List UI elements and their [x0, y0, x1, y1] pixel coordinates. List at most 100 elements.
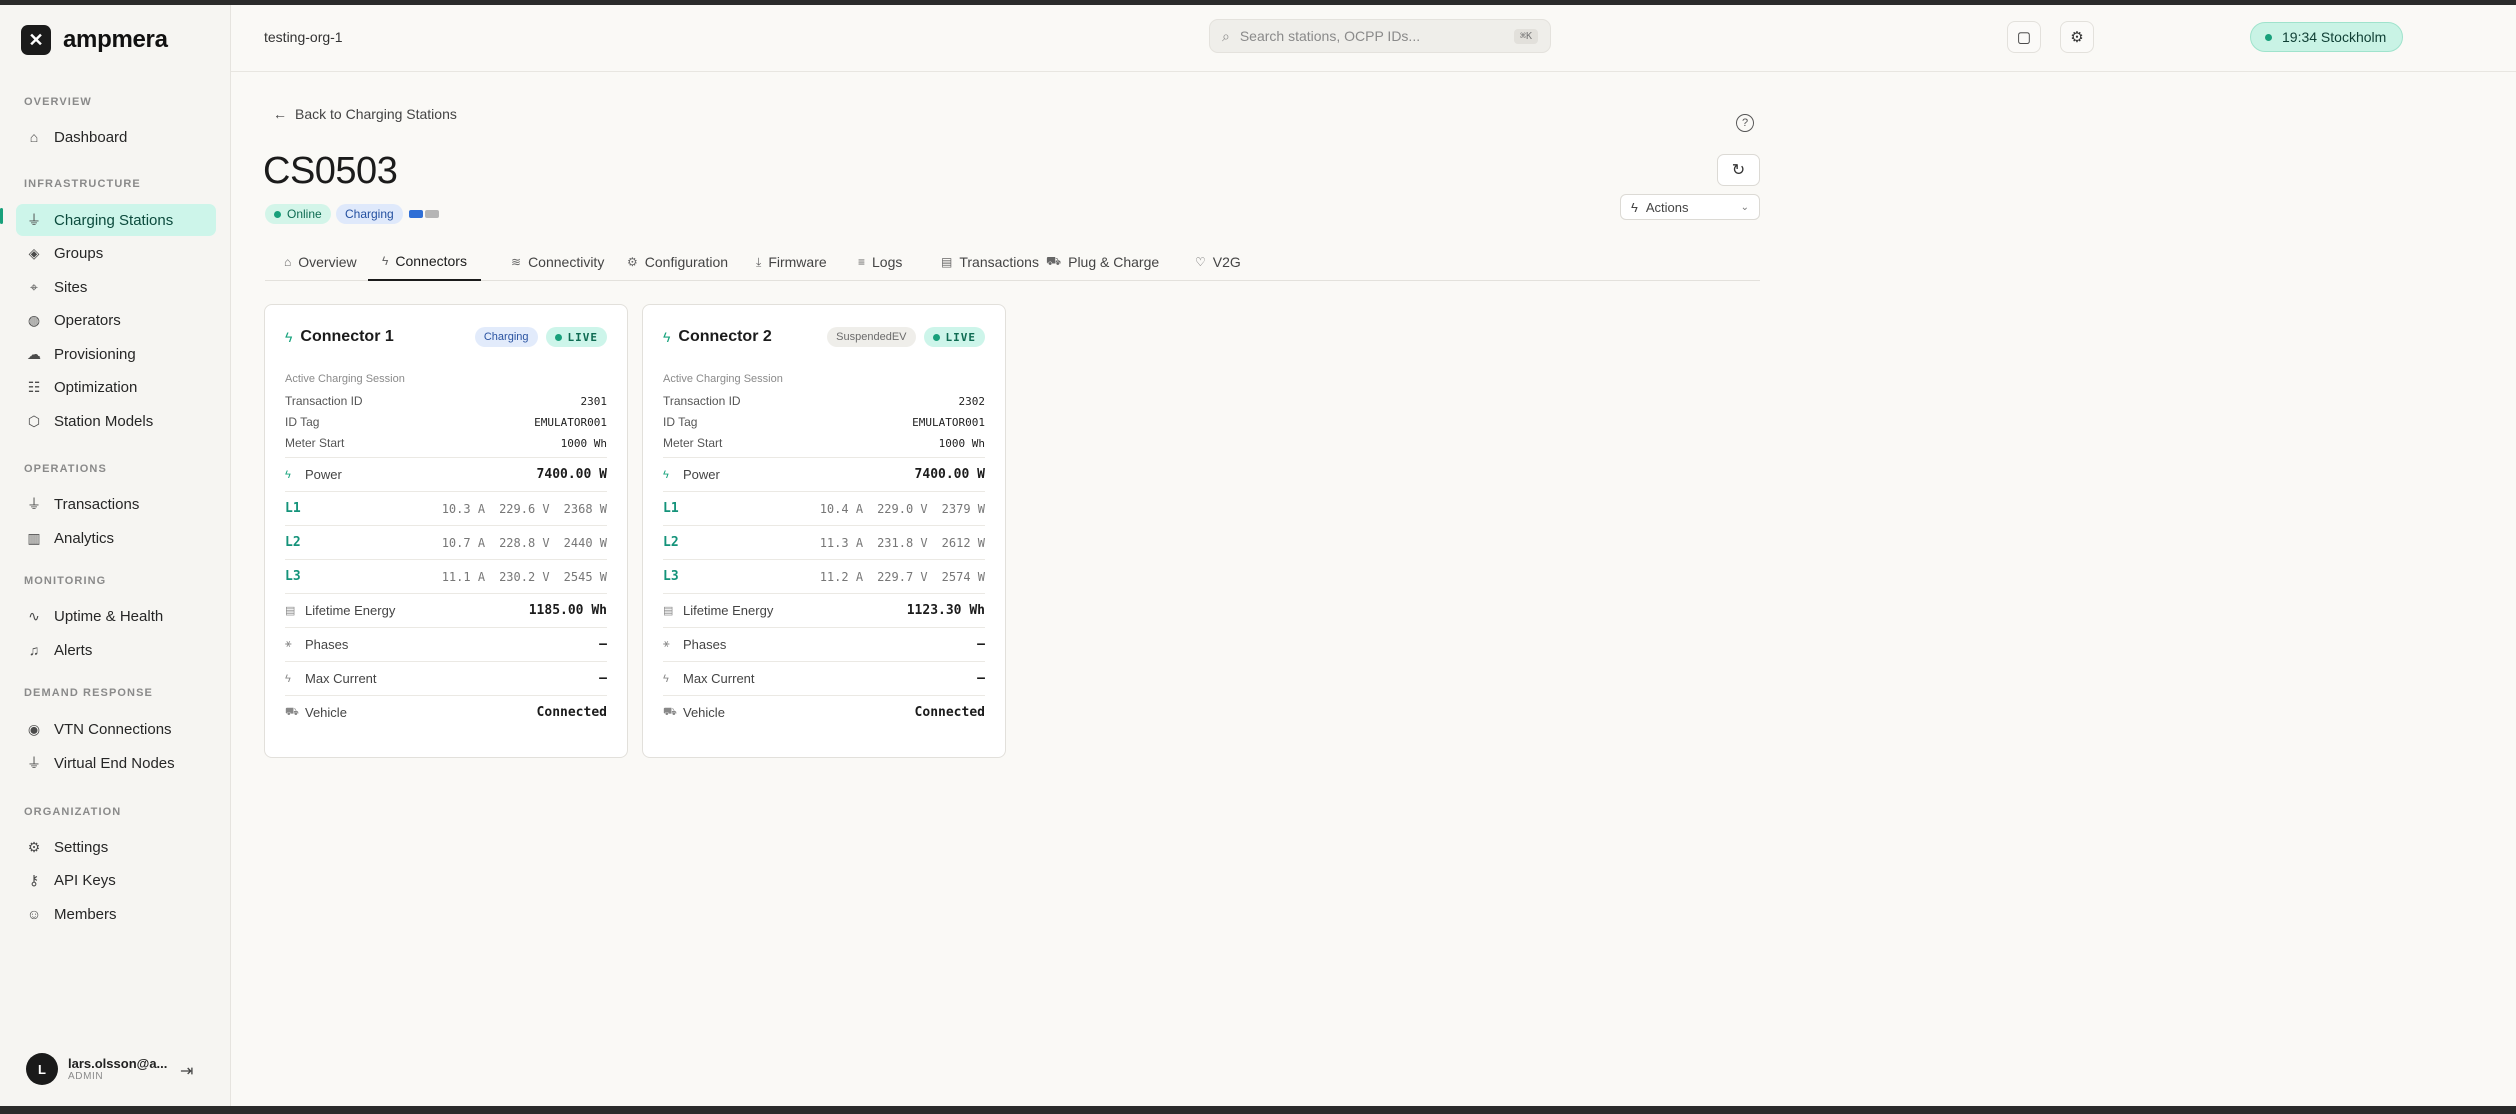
- sidebar-item-provisioning[interactable]: ☁ Provisioning: [16, 338, 216, 370]
- tab-label: V2G: [1212, 254, 1241, 270]
- sidebar-item-label: Alerts: [54, 641, 93, 659]
- sidebar-item-label: Members: [54, 905, 117, 923]
- chat-icon: ▢: [2016, 29, 2032, 46]
- id-tag-label: ID Tag: [285, 415, 320, 429]
- phase-current: 10.7 A: [441, 535, 486, 550]
- live-badge: LIVE: [923, 327, 985, 347]
- tab-connectors[interactable]: ϟ Connectors: [368, 243, 481, 281]
- help-icon[interactable]: ?: [1736, 114, 1754, 132]
- car-icon: ⛟: [285, 705, 299, 718]
- sidebar-item-alerts[interactable]: ♫ Alerts: [16, 634, 216, 666]
- tab-label: Connectors: [395, 253, 467, 269]
- tab-configuration[interactable]: ⚙ Configuration: [613, 243, 742, 281]
- sidebar-item-api-keys[interactable]: ⚷ API Keys: [16, 865, 216, 897]
- power-row: ϟ Power 7400.00 W: [285, 457, 607, 491]
- tab-logs[interactable]: ≡ Logs: [844, 243, 916, 281]
- live-text: LIVE: [567, 330, 598, 344]
- connector-status-badge: SuspendedEV: [827, 327, 916, 347]
- chat-button[interactable]: ▢: [2007, 21, 2041, 53]
- shield-icon: ♡: [1195, 255, 1206, 269]
- id-tag-value: EMULATOR001: [534, 415, 607, 429]
- sidebar-item-charging-stations[interactable]: ⏚ Charging Stations: [16, 204, 216, 236]
- phase-name: L3: [285, 569, 301, 584]
- tab-overview[interactable]: ⌂ Overview: [270, 243, 371, 281]
- sidebar-item-vtn-connections[interactable]: ◉ VTN Connections: [16, 713, 216, 745]
- session-label: Active Charging Session: [285, 373, 405, 385]
- search-shortcut: ⌘K: [1513, 28, 1538, 44]
- sidebar-item-station-models[interactable]: ⬡ Station Models: [16, 405, 216, 437]
- connector-card: ϟ Connector 1 Charging LIVE Active Charging …: [264, 304, 628, 758]
- connector-title: Connector 2: [678, 328, 772, 345]
- tab-plug-charge[interactable]: ⛟ Plug & Charge: [1032, 243, 1173, 281]
- terminal-strip: [0, 1106, 2516, 1114]
- org-name[interactable]: testing-org-1: [264, 29, 343, 45]
- sidebar-item-dashboard[interactable]: ⌂ Dashboard: [16, 121, 216, 153]
- meter-start-row: Meter Start 1000 Wh: [663, 433, 985, 453]
- bolt-icon: ϟ: [382, 254, 389, 268]
- sidebar-item-label: Groups: [54, 245, 104, 262]
- vehicle-label: Vehicle: [683, 705, 725, 720]
- settings-button[interactable]: ⚙: [2060, 21, 2094, 53]
- search-icon: ⌕: [1222, 27, 1230, 44]
- phase-voltage: 229.0 V: [877, 501, 928, 516]
- sidebar-item-analytics[interactable]: ▥ Analytics: [16, 522, 216, 554]
- transaction-id-label: Transaction ID: [285, 394, 363, 408]
- logo[interactable]: ✕ ampmera: [21, 25, 168, 55]
- phase-values: 10.7 A 228.8 V 2440 W: [442, 536, 607, 550]
- phase-values: 10.4 A 229.0 V 2379 W: [820, 502, 985, 516]
- key-icon: ⚷: [28, 872, 40, 888]
- sidebar-item-label: API Keys: [54, 872, 116, 889]
- tab-firmware[interactable]: ⤓ Firmware: [742, 243, 841, 281]
- tab-v2g[interactable]: ♡ V2G: [1181, 243, 1255, 281]
- phases-value: —: [599, 637, 607, 652]
- tab-connectivity[interactable]: ≋ Connectivity: [497, 243, 618, 281]
- sidebar-item-label: Charging Stations: [54, 211, 174, 229]
- lifetime-energy-label: Lifetime Energy: [305, 603, 396, 618]
- user-role: ADMIN: [68, 1071, 104, 1082]
- sidebar-item-sites[interactable]: ⌖ Sites: [16, 271, 216, 303]
- user-profile[interactable]: L lars.olsson@a... ADMIN: [26, 1053, 167, 1085]
- back-link[interactable]: ← Back to Charging Stations: [273, 106, 457, 122]
- sidebar-item-operators[interactable]: ◍ Operators: [16, 305, 216, 337]
- tab-label: Firmware: [768, 254, 827, 270]
- sidebar-item-virtual-end-nodes[interactable]: ⏚ Virtual End Nodes: [16, 747, 216, 779]
- max-current-value: —: [977, 671, 985, 686]
- bolt-icon: ϟ: [285, 329, 293, 345]
- id-tag-row: ID Tag EMULATOR001: [285, 412, 607, 432]
- home-icon: ⌂: [284, 255, 292, 269]
- clock-text: 19:34 Stockholm: [2282, 29, 2387, 45]
- phase-power: 2368 W: [563, 501, 607, 516]
- layers-icon: ◈: [28, 245, 40, 261]
- max-current-label: Max Current: [305, 671, 377, 686]
- actions-dropdown[interactable]: ϟ Actions ⌄: [1620, 194, 1760, 220]
- sidebar-item-transactions[interactable]: ⏚ Transactions: [16, 488, 216, 520]
- phase-row: L3 11.1 A 230.2 V 2545 W: [285, 559, 607, 593]
- radio-icon: ◉: [27, 720, 41, 737]
- phase-voltage: 231.8 V: [877, 535, 928, 550]
- refresh-button[interactable]: ↻: [1717, 154, 1760, 186]
- connector-card: ϟ Connector 2 SuspendedEV LIVE Active Chargi…: [642, 304, 1006, 758]
- logo-icon: ✕: [21, 25, 51, 55]
- transaction-id-label: Transaction ID: [663, 394, 741, 408]
- phases-row: ⚹ Phases —: [285, 627, 607, 661]
- sidebar-item-label: Operators: [54, 312, 121, 329]
- phase-name: L2: [285, 535, 301, 550]
- sidebar-item-uptime-health[interactable]: ∿ Uptime & Health: [16, 600, 216, 632]
- sidebar-item-label: Virtual End Nodes: [54, 754, 175, 772]
- transaction-id-value: 2302: [958, 394, 986, 408]
- phase-power: 2574 W: [941, 569, 985, 584]
- tab-bar: ⌂ Overview ϟ Connectors ≋ Connectivity ⚙ Config…: [265, 243, 1760, 281]
- network-icon: ⚹: [285, 638, 292, 650]
- sidebar-item-members[interactable]: ☺ Members: [16, 898, 216, 930]
- phase-voltage: 228.8 V: [499, 535, 550, 550]
- sidebar-item-groups[interactable]: ◈ Groups: [16, 238, 216, 270]
- lifetime-energy-label: Lifetime Energy: [683, 603, 774, 618]
- gear-icon: ⚙: [627, 255, 638, 269]
- sidebar-item-optimization[interactable]: ☷ Optimization: [16, 372, 216, 404]
- sidebar-item-settings[interactable]: ⚙ Settings: [16, 831, 216, 863]
- search-input[interactable]: ⌕ Search stations, OCPP IDs... ⌘K: [1209, 19, 1551, 53]
- logout-icon[interactable]: ⇥: [180, 1061, 193, 1081]
- sidebar-item-label: VTN Connections: [54, 720, 172, 738]
- phase-values: 11.2 A 229.7 V 2574 W: [820, 570, 985, 584]
- status-dot: [2265, 33, 2272, 41]
